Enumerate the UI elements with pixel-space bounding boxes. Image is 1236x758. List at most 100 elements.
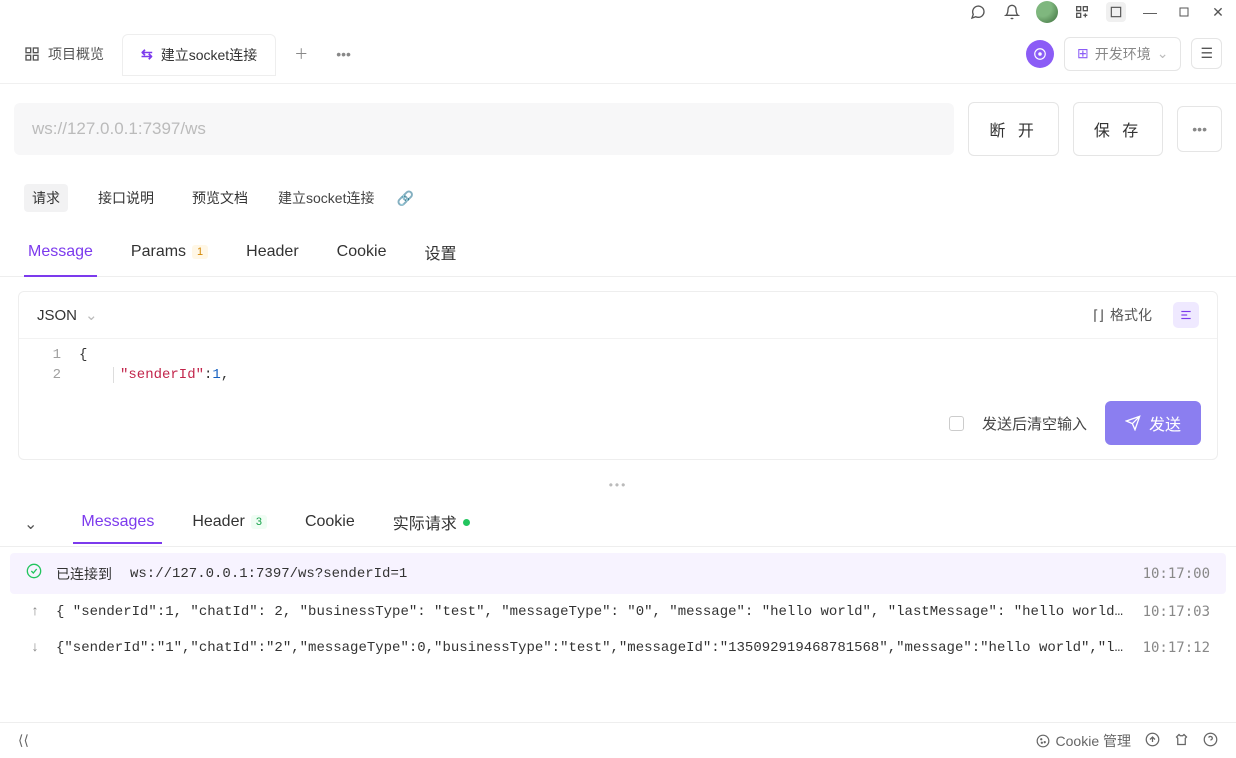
code-key: "senderId" [120,367,204,383]
body-format-selector[interactable]: JSON ⌄ [37,306,98,324]
url-input[interactable] [14,103,954,155]
message-body: {"senderId":"1","chatId":"2","messageTyp… [56,640,1131,656]
tab-header[interactable]: Header [242,232,302,276]
tab-resp-cookie[interactable]: Cookie [301,505,359,543]
shirt-icon[interactable] [1174,732,1189,750]
editor-box: JSON ⌄ ⌈⌋ 格式化 1 2 { "senderId":1, 发送后清空输… [18,291,1218,460]
avatar[interactable] [1036,1,1058,23]
line-number: 2 [19,365,61,385]
more-actions-button[interactable]: ••• [1177,106,1222,152]
notification-icon[interactable] [1002,2,1022,22]
env-label: 开发环境 [1095,44,1151,64]
project-overview-tab[interactable]: 项目概览 [14,38,114,70]
close-icon[interactable]: ✕ [1208,2,1228,22]
tab-cookie[interactable]: Cookie [333,232,391,276]
sidebar-toggle-icon[interactable] [1173,302,1199,328]
arrow-down-icon: ↓ [26,640,44,656]
url-row: 断 开 保 存 ••• [0,84,1236,174]
cookie-icon [1036,734,1050,748]
tab-cookie-label: Cookie [337,243,387,261]
collapse-sidebar-icon[interactable]: ⟨⟨ [18,732,29,749]
message-body: { "senderId":1, "chatId": 2, "businessTy… [56,604,1131,620]
minimize-icon[interactable]: — [1140,2,1160,22]
tab-message[interactable]: Message [24,232,97,276]
window-titlebar: — ✕ [0,0,1236,24]
tab-api-description[interactable]: 接口说明 [90,184,162,212]
message-row-outgoing[interactable]: ↑ { "senderId":1, "chatId": 2, "business… [10,594,1226,630]
cookie-management-button[interactable]: Cookie 管理 [1036,731,1131,751]
maximize-icon[interactable] [1174,2,1194,22]
connected-label: 已连接到 [56,564,112,584]
clear-after-send-label: 发送后清空输入 [982,413,1087,434]
link-icon[interactable]: 🔗 [396,190,413,207]
doc-name-label: 建立socket连接 [278,188,374,208]
editor-actions: 发送后清空输入 发送 [19,393,1217,459]
code-content: { "senderId":1, [79,345,1217,385]
tab-preview-doc[interactable]: 预览文档 [184,184,256,212]
tabs-row: 项目概览 ⇆ 建立socket连接 ＋ ••• ⊞ 开发环境 ⌄ ☰ [0,24,1236,84]
request-tabs: Message Params1 Header Cookie 设置 [0,222,1236,277]
message-body: ws://127.0.0.1:7397/ws?senderId=1 [130,566,1131,582]
project-overview-label: 项目概览 [48,44,104,64]
websocket-icon: ⇆ [141,46,153,63]
env-icon: ⊞ [1077,45,1089,62]
arrow-up-icon: ↑ [26,604,44,620]
tab-messages[interactable]: Messages [77,505,158,543]
body-format-label: JSON [37,307,77,324]
message-timestamp: 10:17:00 [1143,566,1210,582]
code-token: { [79,347,87,363]
save-button[interactable]: 保 存 [1073,102,1163,156]
upload-icon[interactable] [1145,732,1160,750]
code-val: 1 [212,367,220,383]
hamburger-menu-button[interactable]: ☰ [1191,38,1222,69]
message-row-connected[interactable]: 已连接到 ws://127.0.0.1:7397/ws?senderId=1 1… [10,553,1226,594]
tab-actual-request[interactable]: 实际请求 [389,502,474,546]
check-circle-icon [26,563,44,584]
tab-message-label: Message [28,243,93,261]
run-indicator-icon[interactable] [1026,40,1054,68]
tab-params[interactable]: Params1 [127,232,212,276]
code-editor[interactable]: 1 2 { "senderId":1, [19,339,1217,393]
grid-icon [24,46,40,62]
send-icon [1125,415,1141,431]
extension-icon[interactable] [1072,2,1092,22]
editor-header: JSON ⌄ ⌈⌋ 格式化 [19,292,1217,339]
help-icon[interactable] [1203,732,1218,750]
disconnect-button[interactable]: 断 开 [968,102,1058,156]
response-tabs: ⌄ Messages Header3 Cookie 实际请求 [0,496,1236,547]
send-button[interactable]: 发送 [1105,401,1201,445]
active-file-tab[interactable]: ⇆ 建立socket连接 [122,34,276,76]
add-tab-button[interactable]: ＋ [284,38,318,70]
message-list: 已连接到 ws://127.0.0.1:7397/ws?senderId=1 1… [0,547,1236,672]
collapse-icon[interactable]: ⌄ [24,514,37,534]
environment-selector[interactable]: ⊞ 开发环境 ⌄ [1064,37,1181,71]
format-button-label: 格式化 [1110,305,1152,325]
active-tab-label: 建立socket连接 [161,45,257,65]
params-badge: 1 [192,245,208,259]
clear-after-send-checkbox[interactable] [949,416,964,431]
line-number: 1 [19,345,61,365]
cookie-management-label: Cookie 管理 [1056,731,1131,751]
tab-resp-header[interactable]: Header3 [188,505,271,543]
tab-messages-label: Messages [81,513,154,531]
tab-resp-cookie-label: Cookie [305,513,355,531]
tab-header-label: Header [246,243,298,261]
status-dot-icon [463,519,470,526]
format-button[interactable]: ⌈⌋ 格式化 [1086,302,1159,328]
chat-icon[interactable] [968,2,988,22]
send-button-label: 发送 [1149,411,1181,435]
tab-settings[interactable]: 设置 [420,232,460,276]
message-timestamp: 10:17:03 [1143,604,1210,620]
chevron-down-icon: ⌄ [1157,45,1169,62]
message-timestamp: 10:17:12 [1143,640,1210,656]
brackets-icon: ⌈⌋ [1093,307,1104,324]
message-row-incoming[interactable]: ↓ {"senderId":"1","chatId":"2","messageT… [10,630,1226,666]
status-bar: ⟨⟨ Cookie 管理 [0,722,1236,758]
window-square-icon[interactable] [1106,2,1126,22]
section-tabs: 请求 接口说明 预览文档 建立socket连接 🔗 [0,174,1236,216]
resize-handle[interactable]: ••• [0,474,1236,496]
tab-more-button[interactable]: ••• [326,40,361,68]
tab-request[interactable]: 请求 [24,184,68,212]
gutter: 1 2 [19,345,79,385]
tab-actual-request-label: 实际请求 [393,510,457,534]
